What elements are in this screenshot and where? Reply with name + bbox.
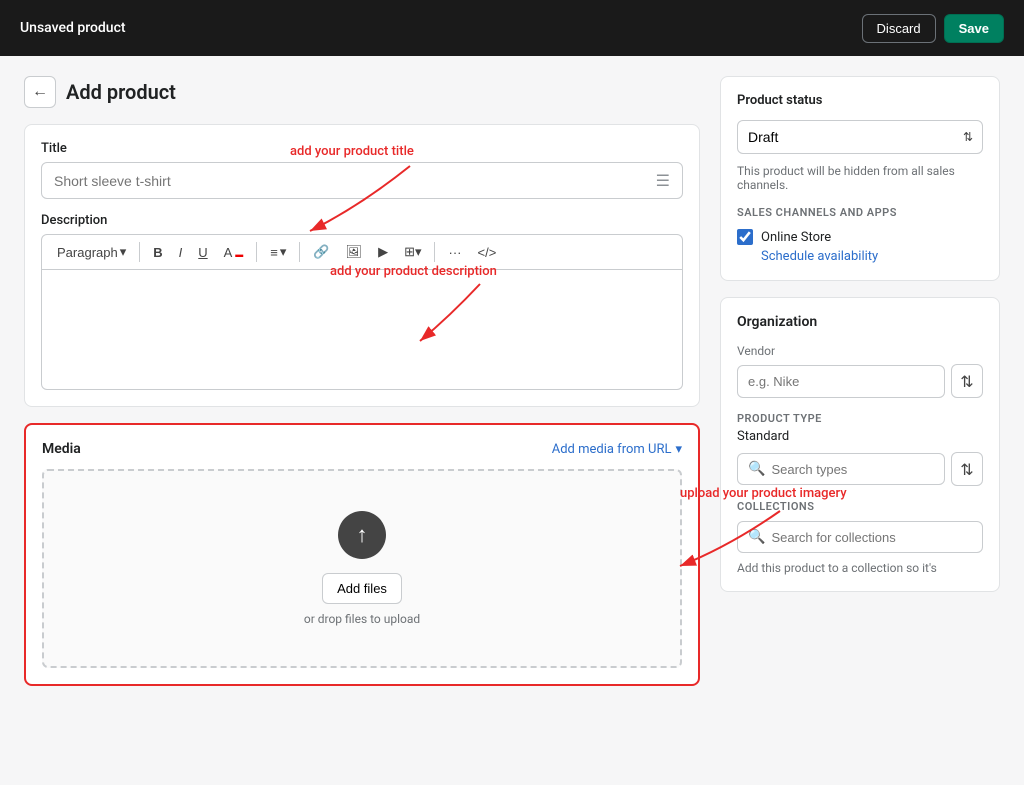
right-column: Product status Draft Active This product…: [720, 76, 1000, 608]
upload-hint: or drop files to upload: [304, 612, 420, 626]
code-button[interactable]: </>: [470, 240, 503, 265]
product-type-label: PRODUCT TYPE: [737, 412, 983, 425]
toolbar-divider-1: [139, 242, 140, 262]
save-button[interactable]: Save: [944, 14, 1004, 43]
link-button[interactable]: 🔗: [306, 239, 336, 265]
media-header: Media Add media from URL ▾: [42, 441, 682, 457]
top-nav-actions: Discard Save: [862, 14, 1004, 43]
toolbar-divider-2: [256, 242, 257, 262]
description-editor[interactable]: [41, 270, 683, 390]
product-type-value: Standard: [737, 429, 983, 444]
search-collections-input[interactable]: [771, 530, 972, 545]
toolbar-divider-3: [299, 242, 300, 262]
search-types-icon: 🔍: [748, 461, 765, 477]
italic-button[interactable]: I: [172, 240, 190, 265]
page-header: ← Add product: [24, 76, 700, 108]
page-content: ← Add product Title ☰ Description Paragr…: [0, 56, 1024, 722]
upload-area[interactable]: ↑ Add files or drop files to upload: [42, 469, 682, 668]
more-options-button[interactable]: ···: [441, 240, 468, 265]
description-label: Description: [41, 213, 683, 228]
top-nav-title: Unsaved product: [20, 20, 126, 36]
search-types-wrapper[interactable]: 🔍: [737, 453, 945, 485]
title-label: Title: [41, 141, 683, 156]
schedule-availability-link[interactable]: Schedule availability: [761, 249, 983, 264]
media-title: Media: [42, 441, 81, 457]
paragraph-chevron-icon: ▾: [120, 244, 127, 260]
online-store-checkbox[interactable]: [737, 229, 753, 245]
page-wrapper: ← Add product Title ☰ Description Paragr…: [0, 56, 1024, 722]
paragraph-dropdown[interactable]: Paragraph ▾: [50, 239, 133, 265]
underline-button[interactable]: U: [191, 240, 214, 265]
product-status-title: Product status: [737, 93, 983, 108]
product-details-card: Title ☰ Description Paragraph ▾ B I U: [24, 124, 700, 407]
align-button[interactable]: ≡▾: [263, 239, 293, 265]
title-input-wrapper[interactable]: ☰: [41, 162, 683, 199]
online-store-row: Online Store: [737, 229, 983, 245]
add-media-chevron-icon: ▾: [675, 442, 682, 457]
align-chevron: ▾: [280, 244, 287, 260]
vendor-stepper[interactable]: ⇅: [951, 364, 983, 398]
search-collections-wrapper[interactable]: 🔍: [737, 521, 983, 553]
page-title: Add product: [66, 80, 176, 104]
upload-icon: ↑: [338, 511, 386, 559]
organization-card: Organization Vendor ⇅ PRODUCT TYPE Stand…: [720, 297, 1000, 592]
left-column: ← Add product Title ☰ Description Paragr…: [24, 76, 700, 702]
table-button[interactable]: ⊞▾: [397, 239, 428, 265]
sales-channels-label: SALES CHANNELS AND APPS: [737, 206, 983, 219]
title-icon: ☰: [656, 171, 670, 190]
text-color-button[interactable]: A ▬: [217, 240, 251, 265]
vendor-input[interactable]: [737, 365, 945, 398]
title-input[interactable]: [54, 173, 656, 189]
collections-label: COLLECTIONS: [737, 500, 983, 513]
vendor-row: ⇅: [737, 364, 983, 398]
collections-hint: Add this product to a collection so it's: [737, 561, 983, 575]
add-media-url-link[interactable]: Add media from URL ▾: [552, 442, 682, 457]
toolbar-divider-4: [434, 242, 435, 262]
status-select-wrapper[interactable]: Draft Active: [737, 120, 983, 154]
discard-button[interactable]: Discard: [862, 14, 936, 43]
media-card: Media Add media from URL ▾ ↑ Add files o…: [24, 423, 700, 686]
organization-title: Organization: [737, 314, 983, 330]
search-collections-icon: 🔍: [748, 529, 765, 545]
search-types-stepper[interactable]: ⇅: [951, 452, 983, 486]
editor-toolbar: Paragraph ▾ B I U A ▬ ≡▾ 🔗 🖼 ▶: [41, 234, 683, 270]
add-files-button[interactable]: Add files: [322, 573, 402, 604]
search-types-input[interactable]: [771, 462, 934, 477]
play-button[interactable]: ▶: [371, 239, 395, 265]
bold-button[interactable]: B: [146, 240, 169, 265]
search-types-row: 🔍 ⇅: [737, 452, 983, 486]
online-store-label[interactable]: Online Store: [761, 230, 831, 245]
back-button[interactable]: ←: [24, 76, 56, 108]
product-status-card: Product status Draft Active This product…: [720, 76, 1000, 281]
top-nav: Unsaved product Discard Save: [0, 0, 1024, 56]
vendor-label: Vendor: [737, 344, 983, 358]
status-select[interactable]: Draft Active: [737, 120, 983, 154]
status-hint: This product will be hidden from all sal…: [737, 164, 983, 192]
image-button[interactable]: 🖼: [339, 239, 370, 265]
